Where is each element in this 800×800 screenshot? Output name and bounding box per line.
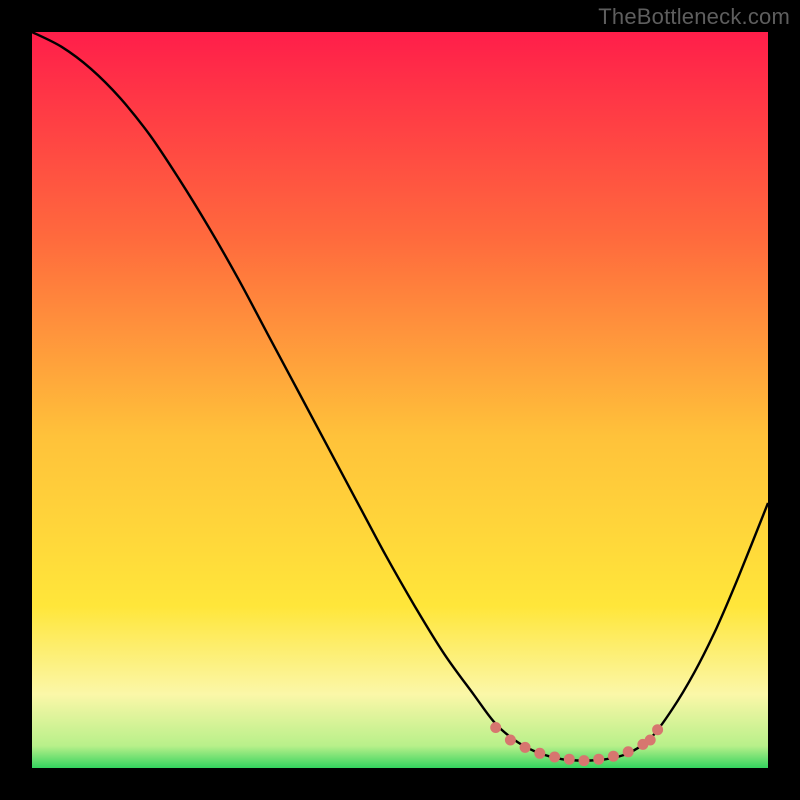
sweet-spot-marker bbox=[623, 747, 633, 757]
plot-area bbox=[32, 32, 768, 768]
sweet-spot-marker bbox=[579, 756, 589, 766]
sweet-spot-marker bbox=[550, 752, 560, 762]
chart-frame: TheBottleneck.com bbox=[0, 0, 800, 800]
sweet-spot-marker bbox=[608, 751, 618, 761]
sweet-spot-marker bbox=[564, 754, 574, 764]
bottleneck-chart bbox=[32, 32, 768, 768]
sweet-spot-marker bbox=[491, 723, 501, 733]
sweet-spot-marker bbox=[535, 748, 545, 758]
sweet-spot-marker bbox=[520, 742, 530, 752]
sweet-spot-marker bbox=[645, 735, 655, 745]
sweet-spot-marker bbox=[594, 754, 604, 764]
sweet-spot-marker bbox=[505, 735, 515, 745]
watermark-text: TheBottleneck.com bbox=[598, 4, 790, 30]
gradient-bg bbox=[32, 32, 768, 768]
sweet-spot-marker bbox=[653, 725, 663, 735]
